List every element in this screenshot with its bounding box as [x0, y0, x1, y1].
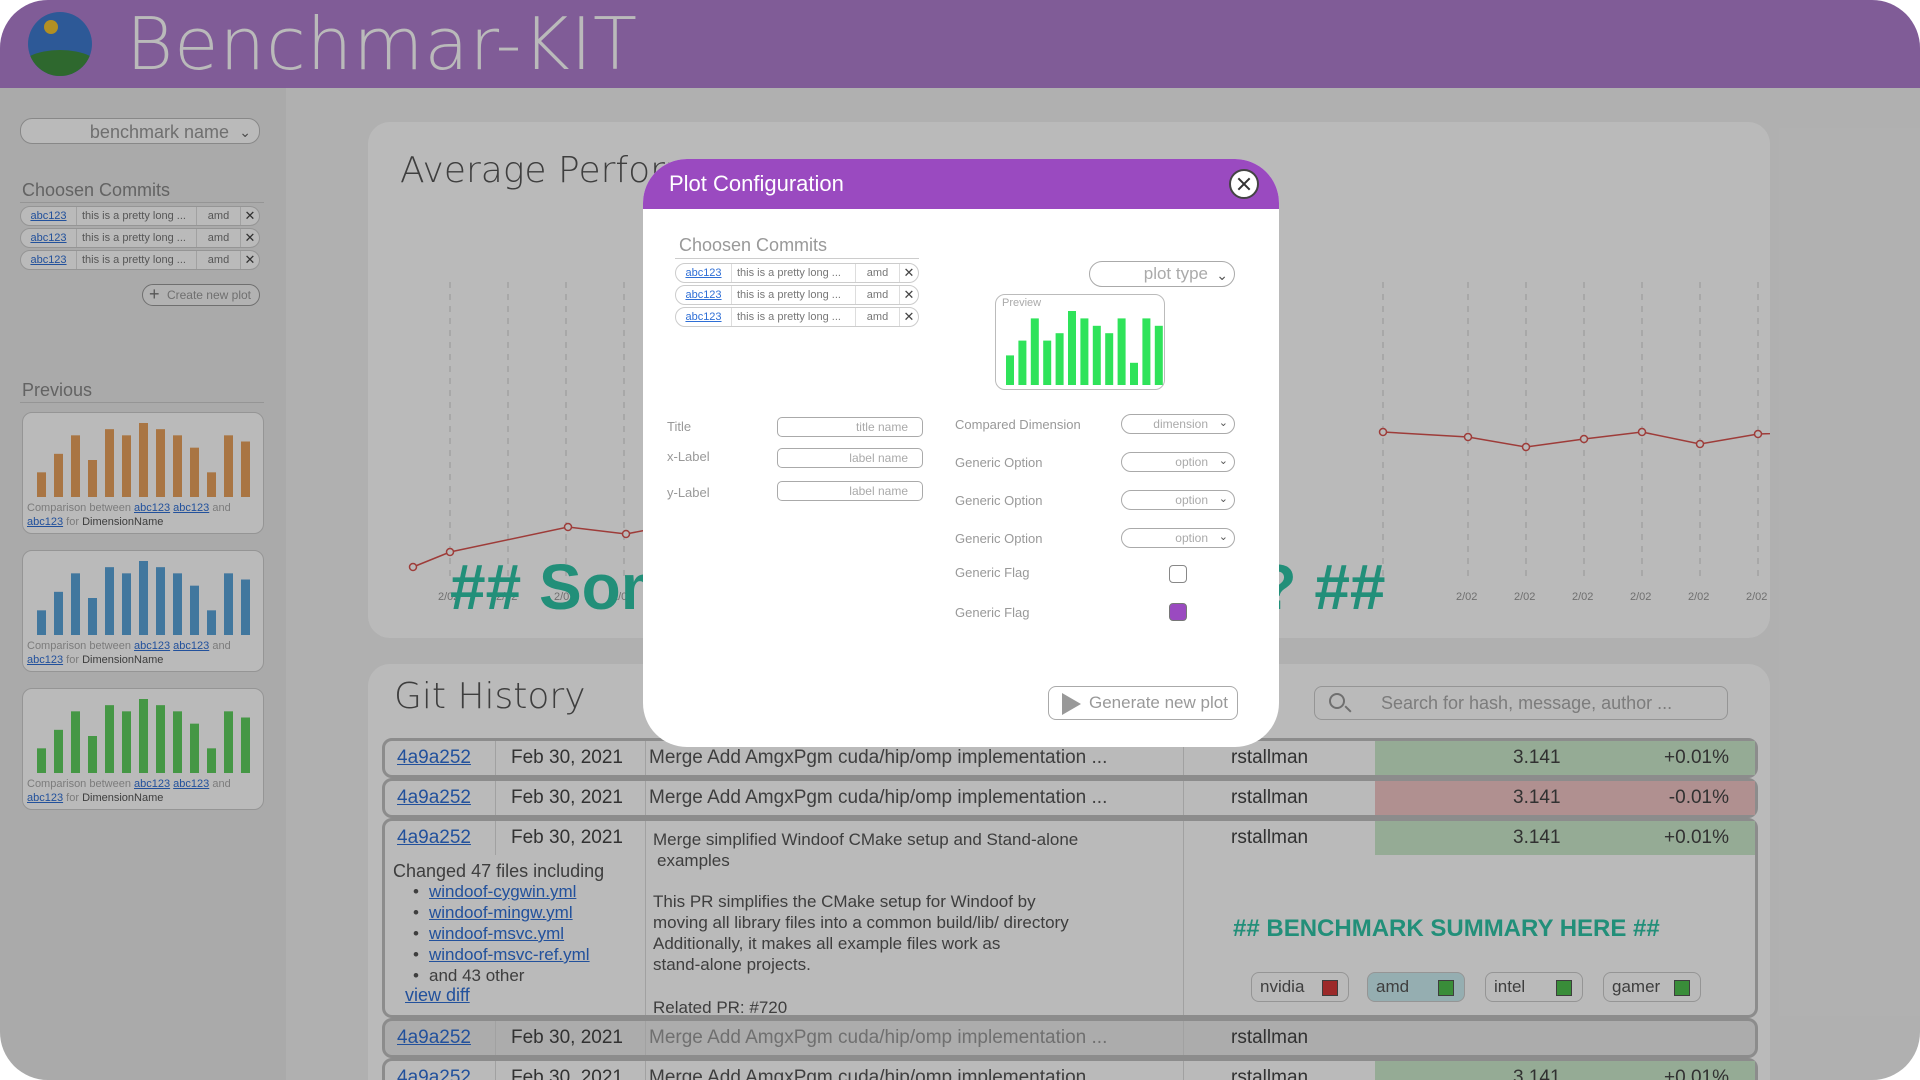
- commit-hash-link[interactable]: abc123: [676, 264, 732, 282]
- bar-mark: [1006, 355, 1014, 385]
- commit-vendor: amd: [856, 308, 900, 326]
- x-label-field-label: x-Label: [667, 449, 710, 464]
- modal-commit-row: abc123 this is a pretty long ... amd ✕: [675, 263, 919, 283]
- bar-mark: [1018, 340, 1027, 385]
- commit-message: this is a pretty long ...: [732, 264, 856, 282]
- option-label: Generic Option: [955, 493, 1043, 508]
- y-label-input[interactable]: label name: [777, 481, 923, 501]
- bar-mark: [1105, 333, 1114, 385]
- plot-type-select[interactable]: plot type ⌄: [1089, 261, 1235, 287]
- close-icon[interactable]: [1229, 169, 1259, 199]
- modal-chosen-commits-heading: Choosen Commits: [679, 235, 828, 255]
- modal-title: Plot Configuration: [669, 171, 844, 196]
- bar-mark: [1142, 318, 1151, 385]
- preview-bar-chart: [1006, 311, 1163, 385]
- commit-message: this is a pretty long ...: [732, 308, 856, 326]
- generate-new-plot-button[interactable]: Generate new plot: [1048, 686, 1238, 720]
- remove-commit-icon[interactable]: ✕: [900, 308, 918, 326]
- play-icon: [1062, 693, 1081, 715]
- compared-dimension-select[interactable]: dimension ⌄: [1121, 414, 1235, 434]
- y-label-field-label: y-Label: [667, 485, 710, 500]
- generic-flag-checkbox[interactable]: [1169, 565, 1187, 583]
- generic-option-select[interactable]: option ⌄: [1121, 452, 1235, 472]
- flag-label: Generic Flag: [955, 605, 1030, 620]
- bar-mark: [1154, 325, 1163, 385]
- generic-option-select[interactable]: option ⌄: [1121, 528, 1235, 548]
- bar-mark: [1030, 318, 1039, 385]
- remove-commit-icon[interactable]: ✕: [900, 286, 918, 304]
- flag-label: Generic Flag: [955, 565, 1030, 580]
- title-input[interactable]: title name: [777, 417, 923, 437]
- generate-button-label: Generate new plot: [1089, 693, 1228, 712]
- generic-flag-checkbox[interactable]: [1169, 603, 1187, 621]
- chevron-down-icon: ⌄: [1218, 417, 1228, 429]
- plot-configuration-modal: Plot Configuration Choosen Commits abc12…: [643, 159, 1279, 747]
- commit-hash-link[interactable]: abc123: [676, 286, 732, 304]
- plot-preview: Preview: [995, 294, 1165, 390]
- app-window: Benchmar-KIT benchmark name ⌄ Choosen Co…: [0, 0, 1920, 1080]
- bar-mark: [1055, 333, 1064, 385]
- generic-option-select[interactable]: option ⌄: [1121, 490, 1235, 510]
- chevron-down-icon: ⌄: [1218, 531, 1228, 543]
- remove-commit-icon[interactable]: ✕: [900, 264, 918, 282]
- bar-mark: [1130, 362, 1138, 385]
- commit-hash-link[interactable]: abc123: [676, 308, 732, 326]
- chevron-down-icon: ⌄: [1218, 455, 1228, 467]
- chevron-down-icon: ⌄: [1218, 493, 1228, 505]
- plot-type-value: plot type: [1143, 264, 1208, 283]
- chevron-down-icon: ⌄: [1216, 267, 1228, 283]
- x-label-input[interactable]: label name: [777, 448, 923, 468]
- title-field-label: Title: [667, 419, 692, 434]
- commit-message: this is a pretty long ...: [732, 286, 856, 304]
- modal-header: Plot Configuration: [643, 159, 1279, 209]
- modal-commit-row: abc123 this is a pretty long ... amd ✕: [675, 285, 919, 305]
- bar-mark: [1092, 325, 1101, 385]
- bar-mark: [1117, 318, 1126, 385]
- commit-vendor: amd: [856, 286, 900, 304]
- bar-mark: [1080, 318, 1089, 385]
- option-label: Generic Option: [955, 455, 1043, 470]
- option-label: Generic Option: [955, 531, 1043, 546]
- option-label: Compared Dimension: [955, 417, 1081, 432]
- divider: [675, 258, 919, 259]
- modal-commit-row: abc123 this is a pretty long ... amd ✕: [675, 307, 919, 327]
- bar-mark: [1068, 311, 1076, 385]
- bar-mark: [1043, 340, 1052, 385]
- commit-vendor: amd: [856, 264, 900, 282]
